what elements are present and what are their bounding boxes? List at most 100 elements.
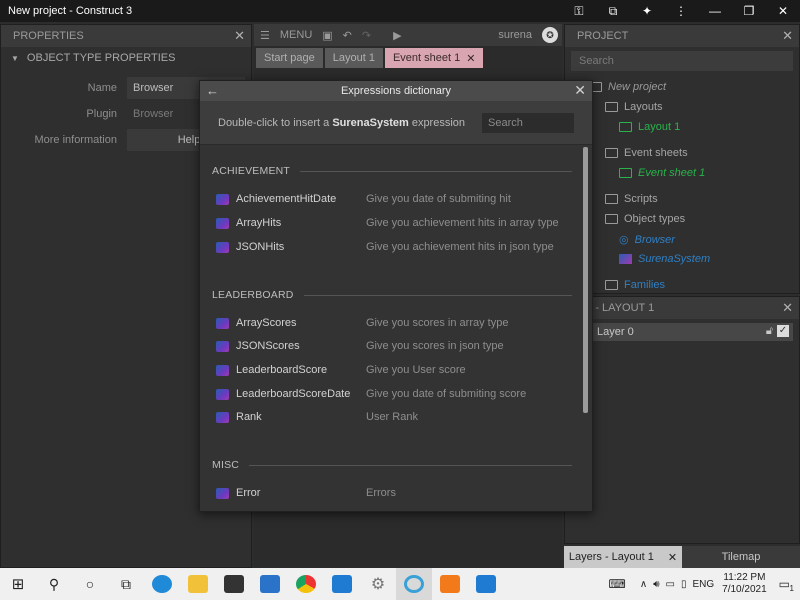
windows-start-icon[interactable]: ⊞ <box>0 568 36 600</box>
scrollbar[interactable] <box>583 147 588 413</box>
cortana-icon[interactable]: ○ <box>72 568 108 600</box>
tree-item-eventsheets[interactable]: Event sheets <box>605 147 688 159</box>
expression-name: AchievementHitDate <box>236 193 337 205</box>
tree-item-scripts[interactable]: Scripts <box>605 193 658 205</box>
minimize-button[interactable]: — <box>698 4 732 18</box>
save-icon[interactable]: ▣ <box>322 29 332 42</box>
tree-item-layout1[interactable]: Layout 1 <box>619 121 680 133</box>
expression-description: Give you date of submiting score <box>366 388 527 400</box>
tab-label: Layers - Layout 1 <box>568 551 654 563</box>
close-icon[interactable]: ✕ <box>234 28 245 44</box>
menu-button[interactable]: MENU <box>280 29 312 41</box>
search-icon[interactable]: ⚲ <box>36 568 72 600</box>
tab-start-page[interactable]: Start page <box>256 48 323 68</box>
tree-label: Layout 1 <box>638 121 681 133</box>
tab-event-sheet-1[interactable]: Event sheet 1 ✕ <box>384 48 484 68</box>
tree-item-families[interactable]: Families <box>605 279 665 291</box>
tree-label: New project <box>608 81 667 93</box>
tree-item-eventsheet1[interactable]: Event sheet 1 <box>619 167 705 179</box>
expression-description: Give you date of submiting hit <box>366 193 511 205</box>
tab-label: Start page <box>264 52 315 64</box>
expression-row[interactable]: JSONScores Give you scores in json type <box>216 337 566 355</box>
more-menu-icon[interactable]: ⋮ <box>664 4 698 18</box>
chevron-up-icon[interactable]: ∧ <box>640 579 647 590</box>
tab-layout-1[interactable]: Layout 1 <box>324 48 383 68</box>
expression-search-input[interactable]: Search <box>482 113 574 133</box>
chrome-icon[interactable] <box>288 568 324 600</box>
construct-icon[interactable] <box>396 568 432 600</box>
expression-row[interactable]: ArrayScores Give you scores in array type <box>216 314 566 332</box>
tree-label: Object types <box>624 213 686 225</box>
expression-row[interactable]: ArrayHits Give you achievement hits in ar… <box>216 214 566 232</box>
expression-row[interactable]: JSONHits Give you achievement hits in jso… <box>216 238 566 256</box>
redo-icon[interactable]: ↷ <box>362 29 371 42</box>
project-header: PROJECT ✕ <box>565 25 799 47</box>
menu-icon[interactable]: ☰ <box>260 29 270 42</box>
close-icon[interactable]: ✕ <box>668 551 677 564</box>
visible-checkbox[interactable]: ✓ <box>777 325 789 337</box>
language-indicator[interactable]: ENG <box>692 579 714 590</box>
close-icon[interactable]: ✕ <box>574 82 586 99</box>
project-search-input[interactable]: Search <box>571 51 793 71</box>
mail-icon[interactable] <box>252 568 288 600</box>
expression-row[interactable]: AchievementHitDate Give you date of submi… <box>216 190 566 208</box>
close-icon[interactable]: ✕ <box>782 300 793 316</box>
tab-layers[interactable]: Layers - Layout 1 ✕ <box>564 546 682 568</box>
battery-icon[interactable]: ▯ <box>681 579 687 590</box>
expression-row[interactable]: Error Errors <box>216 484 566 502</box>
avatar-icon[interactable]: ✪ <box>542 27 558 43</box>
expression-row[interactable]: LeaderboardScoreDate Give you date of sub… <box>216 385 566 403</box>
lock-icon[interactable]: 🔓︎ <box>766 325 773 338</box>
tab-label: Tilemap <box>721 551 761 563</box>
expression-icon <box>216 317 229 329</box>
notification-icon[interactable]: ▭ 1 <box>779 577 794 593</box>
expression-description: Errors <box>366 487 396 499</box>
puzzle-icon[interactable]: ✦ <box>630 4 664 18</box>
dialog-header: ← Expressions dictionary ✕ <box>200 81 592 101</box>
layer-row[interactable]: Layer 0 🔓︎ ✓ <box>571 323 793 341</box>
tree-item-surenasystem[interactable]: SurenaSystem <box>619 253 710 265</box>
taskbar: ⊞ ⚲ ○ ⧉ ⚙ ⌨ ∧ 🔊︎ ▭ ▯ ENG 11:22 PM 7/10/2… <box>0 568 800 600</box>
tree-item-root[interactable]: New project <box>589 81 666 93</box>
expression-row[interactable]: Rank User Rank <box>216 408 566 426</box>
editor-tabs: Start page Layout 1 Event sheet 1 ✕ <box>254 46 562 68</box>
tree-label: Layouts <box>624 101 663 113</box>
main-toolbar: ☰ MENU ▣ ↶ ↷ ▶ surena ✪ <box>254 24 562 46</box>
close-button[interactable]: ✕ <box>766 4 800 18</box>
close-icon[interactable]: ✕ <box>782 28 793 44</box>
close-icon[interactable]: ✕ <box>466 52 475 65</box>
notification-count: 1 <box>789 584 794 593</box>
key-icon[interactable]: ⚿ <box>562 4 596 19</box>
properties-header: PROPERTIES ✕ <box>1 25 251 47</box>
volume-icon[interactable]: 🔊︎ <box>653 579 659 590</box>
keyboard-icon[interactable]: ⌨ <box>609 577 626 591</box>
task-view-icon[interactable]: ⧉ <box>108 568 144 600</box>
back-arrow-icon[interactable]: ← <box>206 83 219 98</box>
section-title: OBJECT TYPE PROPERTIES <box>26 52 176 64</box>
vscode-icon-2[interactable] <box>468 568 504 600</box>
edge-icon[interactable] <box>144 568 180 600</box>
clock[interactable]: 11:22 PM 7/10/2021 <box>722 572 767 596</box>
browser-icon: ◎ <box>619 234 629 246</box>
object-type-section[interactable]: ▼ OBJECT TYPE PROPERTIES <box>1 47 251 69</box>
vscode-icon[interactable] <box>324 568 360 600</box>
folder-icon <box>605 280 618 290</box>
play-icon[interactable]: ▶ <box>393 29 401 42</box>
maximize-button[interactable]: ❐ <box>732 4 766 18</box>
network-icon[interactable]: ▭ <box>666 579 675 590</box>
settings-gear-icon[interactable]: ⚙ <box>360 568 396 600</box>
dialog-subheader: Double-click to insert a SurenaSystem ex… <box>200 101 592 145</box>
expression-row[interactable]: LeaderboardScore Give you User score <box>216 361 566 379</box>
tree-item-browser[interactable]: ◎ Browser <box>619 233 675 247</box>
file-explorer-icon[interactable] <box>180 568 216 600</box>
tree-item-objecttypes[interactable]: Object types <box>605 213 685 225</box>
undo-icon[interactable]: ↶ <box>343 29 352 42</box>
expression-description: Give you User score <box>366 364 466 376</box>
expressions-dialog: ← Expressions dictionary ✕ Double-click … <box>199 80 593 512</box>
user-name[interactable]: surena <box>498 29 532 41</box>
store-icon[interactable] <box>216 568 252 600</box>
translate-icon[interactable]: ⧉ <box>596 4 630 19</box>
tab-tilemap[interactable]: Tilemap <box>682 546 800 568</box>
tree-item-layouts[interactable]: Layouts <box>605 101 663 113</box>
xampp-icon[interactable] <box>432 568 468 600</box>
